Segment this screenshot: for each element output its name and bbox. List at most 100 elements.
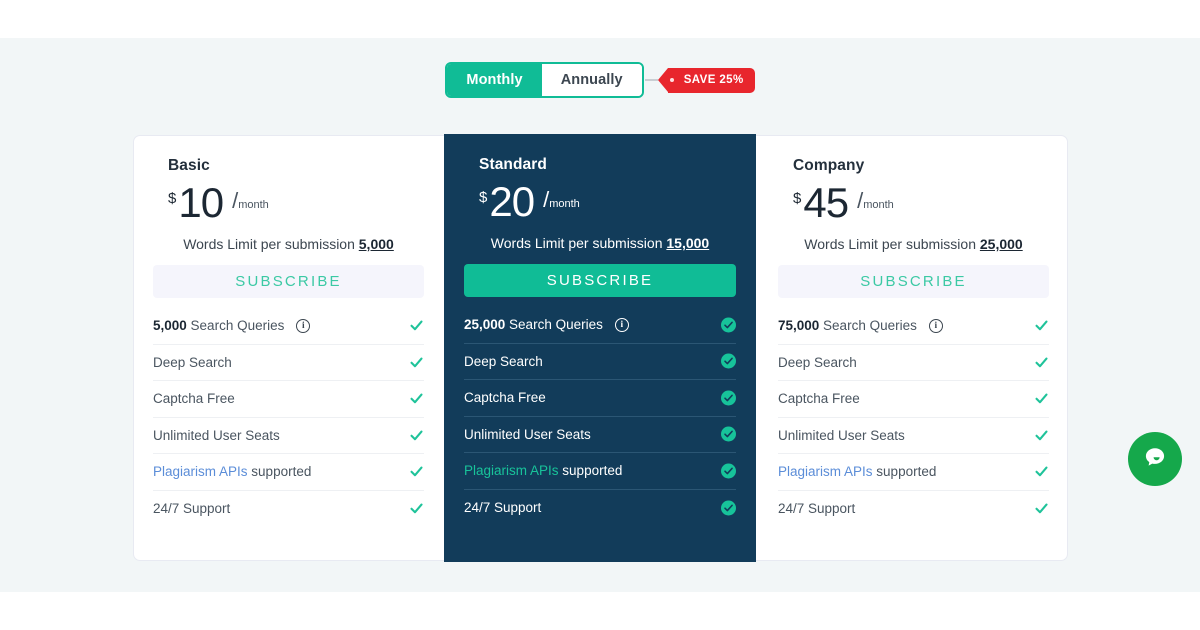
list-item: Plagiarism APIs supported (778, 454, 1049, 491)
currency-symbol: $ (168, 190, 177, 207)
feature-label: Unlimited User Seats (153, 427, 280, 443)
feature-highlight: 75,000 (778, 318, 820, 334)
list-item: Plagiarism APIs supported (464, 453, 736, 490)
feature-label: Deep Search (464, 353, 543, 369)
feature-list-company: 75,000 Search Queries i Deep Search Capt… (778, 308, 1049, 527)
pricing-cards: Basic $ 10 /month Words Limit per submis… (133, 134, 1069, 562)
feature-list-basic: 5,000 Search Queries i Deep Search Captc… (153, 308, 424, 527)
plan-title: Standard (479, 156, 547, 173)
check-icon (721, 353, 736, 369)
currency-symbol: $ (479, 189, 488, 206)
plan-title: Company (793, 157, 865, 174)
list-item: 5,000 Search Queries i (153, 308, 424, 345)
billing-toggle[interactable]: Monthly Annually (445, 62, 644, 98)
feature-label: 24/7 Support (778, 501, 856, 517)
plan-card-standard: Standard $ 20 /month Words Limit per sub… (444, 134, 756, 562)
price-period-label: month (863, 199, 894, 211)
chat-widget-button[interactable] (1128, 432, 1182, 486)
price-period-label: month (238, 199, 269, 211)
subscribe-button-company[interactable]: SUBSCRIBE (778, 265, 1049, 298)
plan-price: $ 20 /month (479, 181, 736, 223)
info-icon[interactable]: i (614, 317, 629, 332)
feature-label: Unlimited User Seats (464, 426, 591, 442)
list-item: Deep Search (778, 345, 1049, 381)
list-item: Captcha Free (778, 381, 1049, 418)
plagiarism-apis-link[interactable]: Plagiarism APIs (778, 464, 873, 479)
check-icon (1034, 355, 1049, 370)
words-limit-value: 25,000 (979, 236, 1023, 252)
check-icon (721, 463, 736, 479)
save-badge: SAVE 25% (657, 67, 755, 93)
words-limit: Words Limit per submission 25,000 (778, 236, 1049, 252)
price-period-label: month (549, 198, 580, 210)
plan-price: $ 45 /month (793, 182, 1049, 224)
list-item: Unlimited User Seats (464, 417, 736, 453)
list-item: Unlimited User Seats (153, 418, 424, 454)
words-limit-label: Words Limit per submission (804, 236, 980, 252)
feature-list-standard: 25,000 Search Queries i Deep Search Capt… (464, 307, 736, 526)
feature-label: Captcha Free (778, 391, 860, 407)
billing-toggle-area: Monthly Annually SAVE 25% (0, 62, 1200, 98)
list-item: 24/7 Support (153, 491, 424, 528)
check-icon (409, 391, 424, 406)
price-amount: 20 (489, 178, 535, 225)
plan-title: Basic (168, 157, 210, 174)
plan-card-company: Company $ 45 /month Words Limit per subm… (758, 135, 1069, 561)
feature-highlight: 5,000 (153, 318, 187, 334)
list-item: Unlimited User Seats (778, 418, 1049, 454)
feature-label: Search Queries (819, 318, 917, 334)
subscribe-button-standard[interactable]: SUBSCRIBE (464, 264, 736, 297)
words-limit-value: 15,000 (666, 235, 710, 251)
check-icon (1034, 391, 1049, 406)
price-period: /month (857, 188, 894, 214)
check-icon (721, 500, 736, 516)
info-icon[interactable]: i (928, 318, 943, 333)
list-item: Captcha Free (464, 380, 736, 417)
plan-card-basic: Basic $ 10 /month Words Limit per submis… (133, 135, 444, 561)
list-item: Deep Search (464, 344, 736, 380)
feature-label: 24/7 Support (153, 501, 231, 517)
words-limit-label: Words Limit per submission (183, 236, 359, 252)
list-item: Captcha Free (153, 381, 424, 418)
check-icon (721, 317, 736, 333)
price-amount: 45 (803, 179, 849, 226)
words-limit: Words Limit per submission 5,000 (153, 236, 424, 252)
check-icon (721, 426, 736, 442)
list-item: 24/7 Support (778, 491, 1049, 528)
feature-label: supported (247, 464, 312, 480)
feature-label: supported (872, 464, 937, 480)
feature-label: Unlimited User Seats (778, 427, 905, 443)
tab-annually[interactable]: Annually (541, 64, 642, 96)
list-item: 75,000 Search Queries i (778, 308, 1049, 345)
check-icon (1034, 501, 1049, 516)
chat-bubble-icon (1142, 444, 1168, 475)
check-icon (1034, 464, 1049, 479)
subscribe-button-basic[interactable]: SUBSCRIBE (153, 265, 424, 298)
feature-label: Deep Search (778, 354, 857, 370)
feature-label: Search Queries (186, 318, 285, 334)
currency-symbol: $ (793, 190, 802, 207)
check-icon (409, 355, 424, 370)
check-icon (721, 390, 736, 406)
badge-connector-line (644, 79, 658, 81)
check-icon (409, 428, 424, 443)
feature-label: Captcha Free (464, 390, 546, 406)
plagiarism-apis-link[interactable]: Plagiarism APIs (153, 464, 248, 479)
pricing-page: Monthly Annually SAVE 25% Basic $ 10 /mo… (0, 0, 1200, 630)
check-icon (1034, 318, 1049, 333)
price-period: /month (543, 187, 580, 213)
tab-monthly[interactable]: Monthly (447, 64, 542, 96)
info-icon[interactable]: i (296, 318, 311, 333)
check-icon (409, 464, 424, 479)
price-period: /month (232, 188, 269, 214)
list-item: 24/7 Support (464, 490, 736, 527)
feature-label: Search Queries (505, 317, 603, 333)
plagiarism-apis-link[interactable]: Plagiarism APIs (464, 463, 559, 478)
plan-price: $ 10 /month (168, 182, 424, 224)
words-limit-label: Words Limit per submission (490, 235, 667, 251)
list-item: 25,000 Search Queries i (464, 307, 736, 344)
list-item: Plagiarism APIs supported (153, 454, 424, 491)
feature-highlight: 25,000 (464, 317, 506, 333)
feature-label: supported (558, 463, 623, 479)
check-icon (1034, 428, 1049, 443)
